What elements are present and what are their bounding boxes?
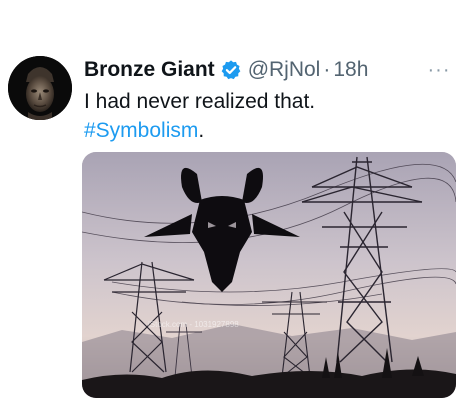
separator-dot: ·	[323, 58, 331, 81]
verified-badge-icon	[220, 59, 242, 81]
tweet-text: I had never realized that. #Symbolism.	[84, 87, 444, 145]
more-options-icon[interactable]: ···	[424, 60, 454, 80]
hashtag-link[interactable]: #Symbolism	[84, 119, 198, 142]
tweet-timestamp[interactable]: 18h	[333, 58, 368, 82]
tweet-text-suffix: .	[198, 119, 205, 142]
avatar[interactable]	[8, 56, 72, 120]
user-handle[interactable]: @RjNol	[248, 58, 321, 82]
tweet-header: Bronze Giant @RjNol · 18h	[84, 56, 368, 84]
media-photo	[82, 152, 456, 398]
avatar-bronze-head-image	[8, 56, 72, 120]
display-name[interactable]: Bronze Giant	[84, 58, 215, 82]
tweet-media-image[interactable]: iStock.com - 1031927898	[82, 152, 456, 398]
tweet-text-line: I had never realized that.	[84, 90, 316, 113]
tweet-text-hashtag-line: #Symbolism.	[84, 116, 444, 145]
tweet[interactable]: Bronze Giant @RjNol · 18h ··· I had neve…	[0, 0, 464, 407]
image-watermark: iStock.com - 1031927898	[148, 320, 239, 329]
